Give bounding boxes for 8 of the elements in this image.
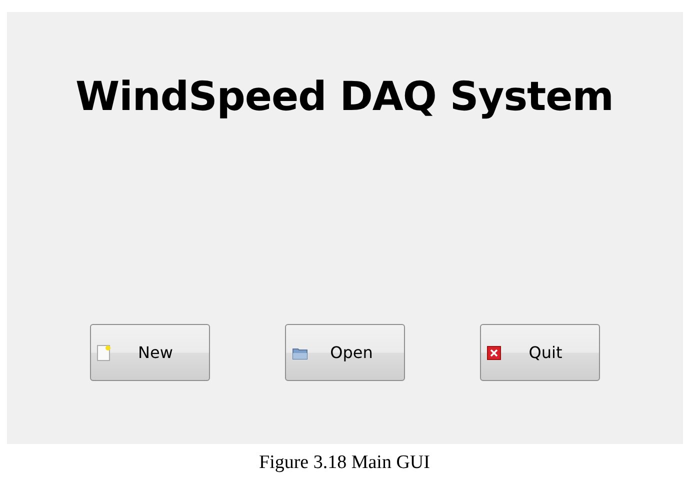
figure-caption: Figure 3.18 Main GUI xyxy=(259,452,430,474)
window-title: WindSpeed DAQ System xyxy=(76,74,614,120)
open-button[interactable]: Open xyxy=(284,324,404,381)
blank-page-icon xyxy=(96,344,110,360)
quit-button[interactable]: Quit xyxy=(480,324,600,381)
close-icon xyxy=(486,346,500,360)
new-button[interactable]: New xyxy=(90,324,210,381)
folder-icon xyxy=(292,346,308,360)
